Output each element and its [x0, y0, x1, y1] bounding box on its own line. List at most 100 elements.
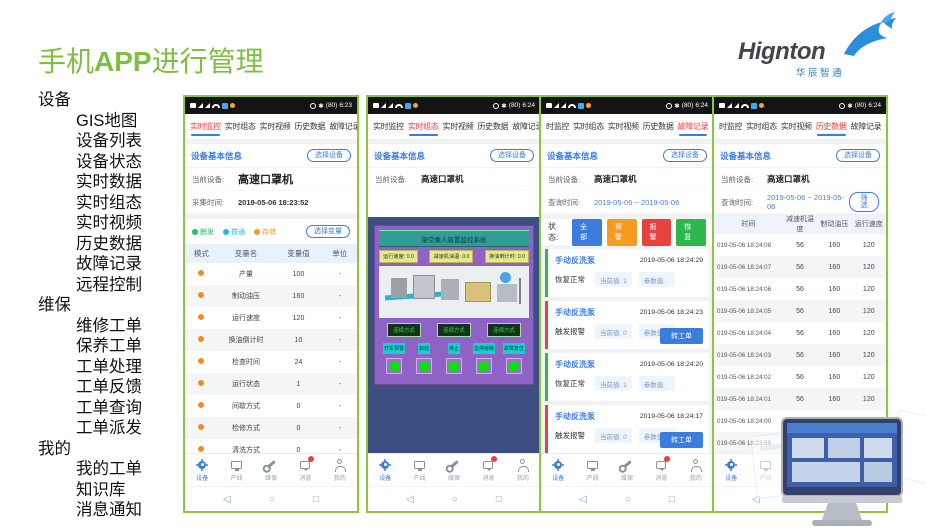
status-filter-button[interactable]: 全部 [572, 219, 602, 246]
nav-item-messages[interactable]: 消息 [471, 459, 505, 482]
indicator-lamp-button[interactable] [446, 358, 462, 374]
tab[interactable]: 时监控 [718, 117, 743, 136]
indicator-lamp-button[interactable] [506, 358, 522, 374]
tab[interactable]: 故障记录 [850, 117, 883, 136]
android-home-key[interactable]: ○ [269, 494, 275, 505]
menu-item: 消息通知 [38, 500, 142, 521]
select-device-button[interactable]: 选择设备 [490, 149, 534, 162]
status-filter-button[interactable]: 预警 [607, 219, 637, 246]
android-back-key[interactable]: ◁ [223, 494, 231, 505]
android-recents-key[interactable]: □ [313, 494, 319, 505]
status-filter-button[interactable]: 报警 [642, 219, 672, 246]
select-device-button[interactable]: 选择设备 [663, 149, 707, 162]
nav-item-maintenance[interactable]: 维保 [610, 459, 644, 482]
tab[interactable]: 实时监控 [372, 117, 405, 136]
tab[interactable]: 实时视频 [780, 117, 813, 136]
clock-time: 6:23 [339, 102, 352, 109]
battery-level: (80) [509, 102, 521, 109]
tab[interactable]: 实时视频 [259, 117, 292, 136]
nav-item-device[interactable]: 设备 [541, 459, 575, 482]
nav-item-messages[interactable]: 消息 [288, 459, 322, 482]
menu-item: 保养工单 [38, 336, 142, 357]
menu-item: 我的 [38, 439, 142, 460]
ring-icon [223, 229, 229, 235]
screen-content: 设备基本信息 选择设备 当前设备: 高速口罩机 架空乘人装置监控系统 运行速度:… [368, 140, 540, 453]
tab[interactable]: 实时组态 [224, 117, 257, 136]
collect-time-label: 采集时间: [192, 197, 238, 208]
signal-icon [734, 103, 739, 108]
nav-item-device[interactable]: 设备 [185, 459, 219, 482]
tab[interactable]: 远程控制 [884, 117, 886, 136]
menu-item: 我的工单 [38, 459, 142, 480]
status-dot-icon [759, 103, 764, 108]
android-nav-bar: ◁ ○ □ [541, 486, 713, 511]
notification-dot [664, 456, 670, 462]
nav-item-mine[interactable]: 我的 [323, 459, 357, 482]
tab[interactable]: 实时视频 [442, 117, 475, 136]
android-recents-key[interactable]: □ [496, 494, 502, 505]
transfer-workorder-button[interactable]: 转工单 [660, 432, 703, 448]
android-back-key[interactable]: ◁ [406, 494, 414, 505]
tab[interactable]: 故障记录 [677, 117, 710, 136]
nav-item-maintenance[interactable]: 维保 [437, 459, 471, 482]
nav-item-production-line[interactable]: 产线 [402, 459, 436, 482]
alarm-name: 手动反洗泵 [555, 411, 595, 422]
mode-button[interactable]: 连续方式 [487, 323, 521, 337]
transfer-workorder-button[interactable]: 转工单 [660, 328, 703, 344]
tab[interactable]: 时监控 [545, 117, 570, 136]
legend-item: 普通 [223, 227, 245, 237]
tab[interactable]: 历史数据 [642, 117, 675, 136]
tab[interactable]: 历史数据 [293, 117, 326, 136]
store-mode-icon [198, 314, 204, 320]
indicator-lamp-button[interactable] [386, 358, 402, 374]
mode-button[interactable]: 连续方式 [387, 323, 421, 337]
nav-item-production-line[interactable]: 产线 [575, 459, 609, 482]
tab[interactable]: 故障记录 [328, 117, 357, 136]
menu-item: 历史数据 [38, 234, 142, 255]
current-value: 当前值: 0 [595, 428, 632, 443]
wifi-icon [212, 104, 220, 108]
control: 故障复位 [500, 343, 528, 374]
person-icon [520, 459, 525, 471]
status-dot-icon [413, 103, 418, 108]
nav-item-production-line[interactable]: 产线 [219, 459, 253, 482]
select-device-button[interactable]: 选择设备 [307, 149, 351, 162]
table-header: 模式 变量名 变量值 单位 [185, 244, 357, 263]
nav-item-device[interactable]: 设备 [368, 459, 402, 482]
status-filter-button[interactable]: 恢复 [676, 219, 706, 246]
android-home-key[interactable]: ○ [625, 494, 631, 505]
select-variable-button[interactable]: 选择变量 [306, 225, 350, 238]
scada-stat: 运行速度: 0.0 [379, 250, 418, 263]
tab[interactable]: 故障记录 [511, 117, 540, 136]
tab[interactable]: 实时组态 [745, 117, 778, 136]
nav-item-mine[interactable]: 我的 [679, 459, 713, 482]
table-row: 换油倒计时 10 - [185, 329, 357, 351]
scada-viewport: 架空乘人装置监控系统 运行速度: 0.0减速机油温: 0.0换油倒计时: 0.0… [368, 217, 540, 453]
android-home-key[interactable]: ○ [452, 494, 458, 505]
android-recents-key[interactable]: □ [669, 494, 675, 505]
alarm-card: 手动反洗泵 2019-05-06 18:24:17 触发报警 当前值: 0 参数… [545, 405, 709, 453]
nav-item-maintenance[interactable]: 维保 [254, 459, 288, 482]
indicator-lamp-button[interactable] [416, 358, 432, 374]
tab[interactable]: 实时视频 [607, 117, 640, 136]
bluetooth-icon: ✱ [674, 102, 679, 110]
green-lamp-icon [419, 361, 430, 372]
tab[interactable]: 实时组态 [572, 117, 605, 136]
tab[interactable]: 实时组态 [407, 117, 440, 136]
nav-item-messages[interactable]: 消息 [644, 459, 678, 482]
query-time-value[interactable]: 2019-05-06 ~ 2019-05-06 [594, 198, 679, 207]
tab[interactable]: 历史数据 [476, 117, 509, 136]
select-device-button[interactable]: 选择设备 [836, 149, 880, 162]
section-title: 设备基本信息 [720, 150, 771, 162]
tab[interactable]: 实时监控 [189, 117, 222, 136]
filter-button[interactable]: 筛选 [849, 192, 879, 212]
alarm-clock-icon [310, 103, 316, 109]
indicator-lamp-button[interactable] [476, 358, 492, 374]
mode-button[interactable]: 连续方式 [437, 323, 471, 337]
query-time-value[interactable]: 2019-05-06 ~ 2019-05-06 [767, 193, 849, 211]
status-bar: ✱ (80) 6:24 [541, 97, 713, 114]
menu-item: 实时视频 [38, 213, 142, 234]
nav-item-mine[interactable]: 我的 [506, 459, 540, 482]
tab[interactable]: 历史数据 [815, 117, 848, 136]
android-back-key[interactable]: ◁ [579, 494, 587, 505]
